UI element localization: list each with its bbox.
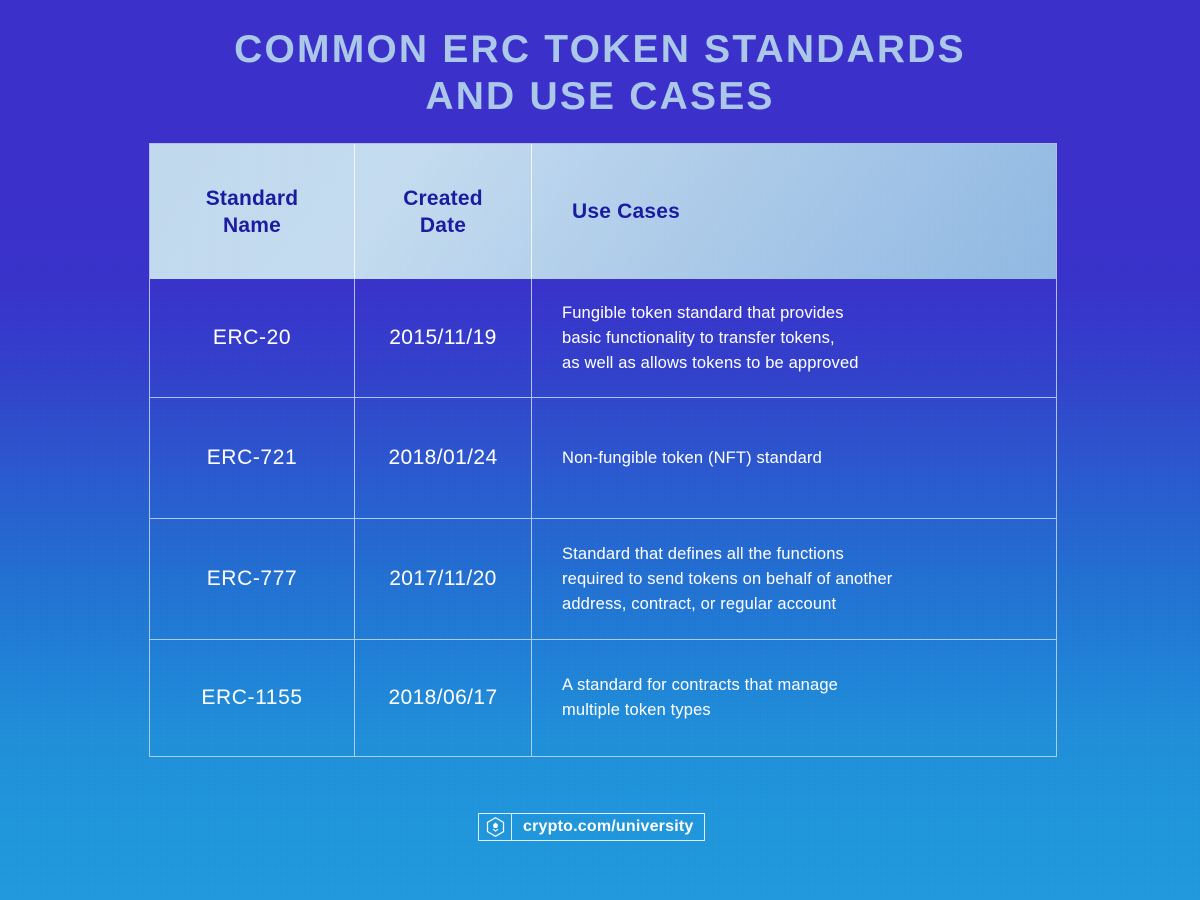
table-header-row: Standard Name Created Date Use Cases [150,144,1056,279]
table-cell-use-cases: Standard that defines all the functions … [532,519,1056,639]
table-header-cell-standard-name: Standard Name [150,144,355,279]
table-row: ERC-20 2015/11/19 Fungible token standar… [150,279,1056,398]
table-cell-date: 2018/01/24 [355,398,532,518]
created-date-value: 2018/06/17 [388,686,498,709]
use-case-line: basic functionality to transfer tokens, [562,328,835,347]
footer-url-label[interactable]: crypto.com/university [512,814,704,840]
use-case-line: address, contract, or regular account [562,594,837,613]
table-row: ERC-1155 2018/06/17 A standard for contr… [150,640,1056,756]
standard-name-value: ERC-777 [206,567,298,590]
crypto-com-logo-icon [479,814,512,840]
erc-standards-table: Standard Name Created Date Use Cases ERC… [149,143,1057,757]
table-cell-standard: ERC-777 [150,519,355,639]
use-cases-value: A standard for contracts that manage mul… [532,673,858,723]
created-date-value: 2018/01/24 [388,446,498,469]
header-standard-name-line-1: Standard [205,186,299,210]
table-row: ERC-721 2018/01/24 Non-fungible token (N… [150,398,1056,519]
use-case-line: as well as allows tokens to be approved [562,353,859,372]
use-cases-value: Standard that defines all the functions … [532,542,912,617]
table-row: ERC-777 2017/11/20 Standard that defines… [150,519,1056,640]
footer-brand-badge[interactable]: crypto.com/university [478,813,706,841]
table-cell-use-cases: Non-fungible token (NFT) standard [532,398,1056,518]
table-cell-standard: ERC-20 [150,279,355,397]
table-header-cell-created-date: Created Date [355,144,532,279]
use-cases-value: Fungible token standard that provides ba… [532,301,879,376]
header-created-date-line-1: Created [403,186,483,210]
use-case-line: Fungible token standard that provides [562,303,844,322]
table-cell-date: 2018/06/17 [355,640,532,756]
created-date-value: 2015/11/19 [389,326,497,349]
table-cell-standard: ERC-1155 [150,640,355,756]
standard-name-value: ERC-721 [206,446,298,469]
table-cell-date: 2015/11/19 [355,279,532,397]
infographic-canvas: COMMON ERC TOKEN STANDARDS AND USE CASES… [0,0,1200,900]
table-header-cell-use-cases: Use Cases [532,144,1056,279]
page-title: COMMON ERC TOKEN STANDARDS AND USE CASES [0,26,1200,120]
page-title-line-2: AND USE CASES [425,75,775,118]
standard-name-value: ERC-1155 [201,686,303,709]
use-case-line: A standard for contracts that manage [562,676,838,694]
header-use-cases: Use Cases [572,200,681,223]
header-standard-name-line-2: Name [223,213,281,237]
table-cell-use-cases: Fungible token standard that provides ba… [532,279,1056,397]
use-cases-value: Non-fungible token (NFT) standard [532,446,842,471]
table-cell-date: 2017/11/20 [355,519,532,639]
use-case-line: multiple token types [562,701,711,719]
header-created-date-line-2: Date [419,213,467,237]
standard-name-value: ERC-20 [212,326,292,349]
table-cell-use-cases: A standard for contracts that manage mul… [532,640,1056,756]
use-case-line: Standard that defines all the functions [562,544,844,563]
table-cell-standard: ERC-721 [150,398,355,518]
header-created-date: Created Date [403,185,483,239]
page-title-line-1: COMMON ERC TOKEN STANDARDS [234,28,966,71]
use-case-line: Non-fungible token (NFT) standard [562,448,822,467]
created-date-value: 2017/11/20 [389,567,497,590]
use-case-line: required to send tokens on behalf of ano… [562,569,893,588]
header-standard-name: Standard Name [206,185,299,239]
